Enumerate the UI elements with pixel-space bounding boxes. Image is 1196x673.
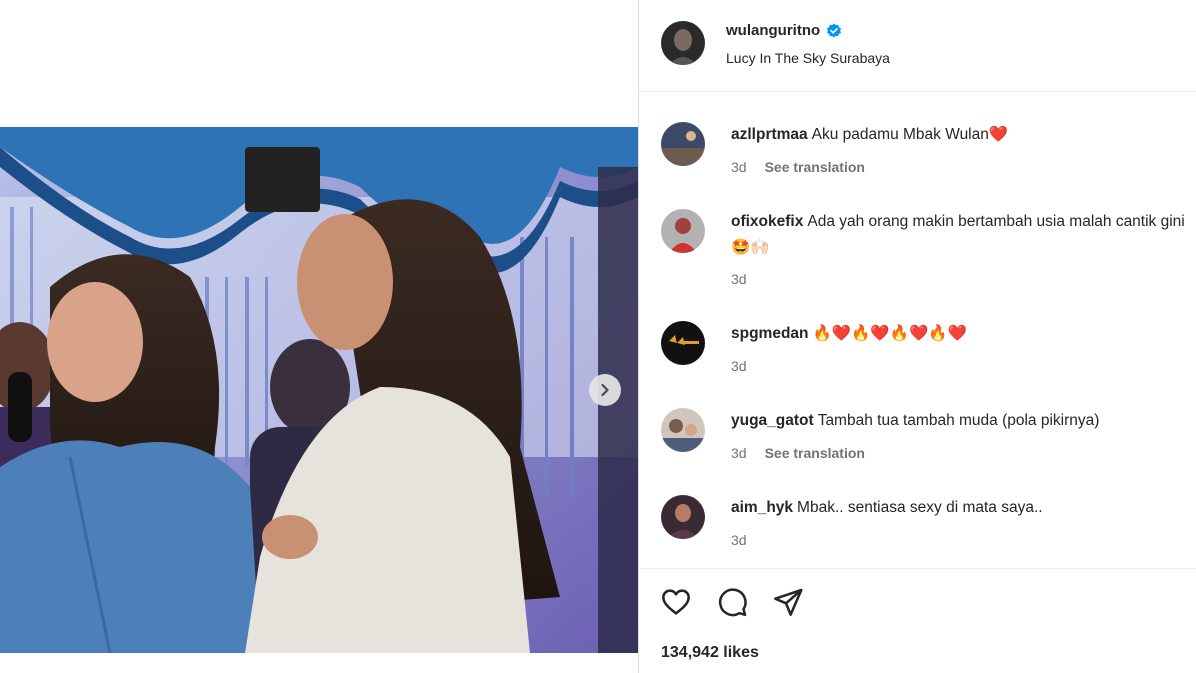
actions-divider	[639, 568, 1196, 569]
comments-list: azllprtmaa Aku padamu Mbak Wulan❤️ 3d See…	[639, 92, 1196, 568]
avatar[interactable]	[661, 209, 705, 253]
comment-username[interactable]: yuga_gatot	[731, 412, 814, 429]
comment-meta: 3d	[731, 358, 747, 374]
comment-text-row: yuga_gatot Tambah tua tambah muda (pola p…	[731, 408, 1191, 434]
comment-meta: 3d	[731, 271, 747, 287]
chevron-right-icon	[601, 383, 609, 397]
comment-time[interactable]: 3d	[731, 271, 747, 287]
comment-time[interactable]: 3d	[731, 445, 747, 461]
post-author-username[interactable]: wulanguritno	[726, 22, 820, 39]
likes-count[interactable]: 134,942 likes	[661, 644, 759, 662]
comment-text: Tambah tua tambah muda (pola pikirnya)	[817, 412, 1100, 429]
post-side-panel: wulanguritno Lucy In The Sky Surabaya az…	[639, 0, 1196, 673]
comment-button[interactable]	[715, 585, 749, 619]
comment-text-row: ofixokefix Ada yah orang makin bertambah …	[731, 209, 1191, 261]
share-button[interactable]	[771, 585, 805, 619]
post-location[interactable]: Lucy In The Sky Surabaya	[726, 50, 890, 66]
avatar[interactable]	[661, 321, 705, 365]
avatar[interactable]	[661, 495, 705, 539]
avatar[interactable]	[661, 408, 705, 452]
comment-username[interactable]: aim_hyk	[731, 499, 793, 516]
comment-icon	[718, 588, 747, 617]
post-photo[interactable]	[0, 127, 638, 653]
media-pane	[0, 0, 638, 673]
avatar[interactable]	[661, 122, 705, 166]
send-icon	[774, 588, 803, 616]
like-button[interactable]	[659, 585, 693, 619]
heart-icon	[662, 589, 690, 615]
comment-meta: 3d See translation	[731, 445, 865, 461]
comment-time[interactable]: 3d	[731, 532, 747, 548]
post-author[interactable]: wulanguritno	[726, 22, 842, 39]
post-header: wulanguritno Lucy In The Sky Surabaya	[639, 0, 1196, 92]
see-translation-button[interactable]: See translation	[765, 445, 865, 461]
see-translation-button[interactable]: See translation	[765, 159, 865, 175]
comment-text-row: azllprtmaa Aku padamu Mbak Wulan❤️	[731, 122, 1191, 148]
comment-time[interactable]: 3d	[731, 159, 747, 175]
next-photo-button[interactable]	[589, 374, 621, 406]
comment-text: 🔥❤️🔥❤️🔥❤️🔥❤️	[812, 325, 967, 342]
comment-text: Mbak.. sentiasa sexy di mata saya..	[797, 499, 1043, 516]
comment-text: Aku padamu Mbak Wulan❤️	[811, 126, 1009, 143]
comment-text-row: aim_hyk Mbak.. sentiasa sexy di mata saya…	[731, 495, 1191, 521]
comment-username[interactable]: ofixokefix	[731, 213, 803, 230]
comment-text-row: spgmedan 🔥❤️🔥❤️🔥❤️🔥❤️	[731, 321, 1191, 347]
comment-meta: 3d See translation	[731, 159, 865, 175]
comment-username[interactable]: spgmedan	[731, 325, 809, 342]
avatar[interactable]	[661, 21, 705, 65]
verified-badge-icon	[827, 23, 842, 37]
comment-username[interactable]: azllprtmaa	[731, 126, 808, 143]
post-actions	[659, 585, 805, 619]
comment-meta: 3d	[731, 532, 747, 548]
comment-time[interactable]: 3d	[731, 358, 747, 374]
